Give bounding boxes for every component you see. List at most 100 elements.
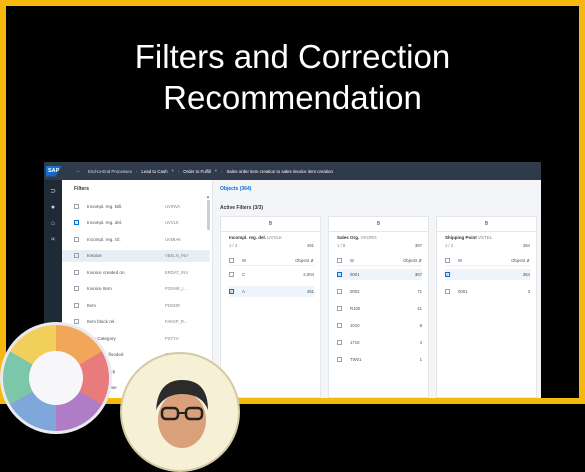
- card-header[interactable]: B: [437, 217, 536, 232]
- value-label: R100: [350, 306, 361, 311]
- value-row[interactable]: ✓ 364: [445, 269, 530, 280]
- card-title-tech: VKORG: [360, 235, 377, 240]
- card-selection-count: 1 / 8: [337, 243, 346, 248]
- value-row[interactable]: 0001 3: [445, 286, 530, 297]
- back-arrow-icon[interactable]: ←: [76, 168, 82, 174]
- filter-checkbox[interactable]: [74, 236, 79, 242]
- filter-item-tech-name: UVMIAK: [165, 236, 182, 242]
- select-all-checkbox[interactable]: [445, 257, 450, 263]
- value-count: 8: [419, 323, 422, 328]
- column-value-header: W: [458, 257, 462, 263]
- filter-checkbox[interactable]: [74, 269, 79, 275]
- filter-checkbox[interactable]: [74, 203, 79, 209]
- card-object-count: 367: [415, 243, 422, 248]
- filter-item-tech-name: UVINVA: [165, 203, 181, 209]
- flow-icon[interactable]: ⊃: [49, 188, 57, 196]
- network-icon[interactable]: ∝: [49, 236, 57, 244]
- value-count: 71: [417, 289, 422, 294]
- slide-title-line-1: Filters and Correction: [134, 38, 451, 75]
- slide-title-line-2: Recommendation: [163, 79, 422, 116]
- filter-checkbox[interactable]: ✓: [74, 220, 79, 225]
- filter-list-item[interactable]: ✓ Incompl. reg. del. UVVLK: [62, 217, 210, 229]
- scroll-up-icon[interactable]: ▲: [206, 194, 210, 199]
- value-count: 4: [419, 340, 422, 345]
- avatar-face-icon: [156, 380, 208, 448]
- value-checkbox[interactable]: [337, 340, 342, 345]
- value-label: 1710: [350, 340, 360, 345]
- card-header[interactable]: B: [329, 217, 428, 232]
- value-checkbox[interactable]: [337, 306, 342, 311]
- value-row[interactable]: 1010 8: [337, 320, 422, 331]
- column-objects-header[interactable]: Objects ⇵: [295, 258, 314, 263]
- value-count: 364: [522, 272, 530, 277]
- card-header[interactable]: B: [221, 217, 320, 232]
- card-object-count: 491: [307, 243, 314, 248]
- value-checkbox[interactable]: [445, 289, 450, 294]
- filter-checkbox[interactable]: [74, 302, 79, 308]
- drop-icon[interactable]: ●: [49, 204, 57, 212]
- filter-item-tech-name: PSTYV: [165, 335, 179, 341]
- breadcrumb-item-order-to-fulfill[interactable]: Order to Fulfill: [183, 169, 211, 174]
- column-objects-header[interactable]: Objects ⇵: [511, 258, 530, 263]
- objects-count-link[interactable]: Objects (364): [220, 186, 251, 192]
- filter-list-item[interactable]: Incompl. reg. Gl. UVMIAK: [62, 233, 210, 245]
- process-wheel-center: [29, 351, 83, 405]
- filter-item-tech-name: ERDAT_INV: [165, 269, 189, 275]
- filter-list-item[interactable]: Item block rel. FAKSP_R...: [62, 316, 210, 328]
- value-checkbox[interactable]: ✓: [229, 289, 234, 294]
- sap-logo[interactable]: SAP: [46, 165, 62, 177]
- value-count: 2,004: [303, 272, 314, 277]
- filter-item-label: Incompl. reg. Gl.: [87, 236, 121, 242]
- card-title: Incompl. reg. del. UVVLK: [229, 235, 282, 240]
- filter-list-item[interactable]: Incompl. reg. Bill. UVINVA: [62, 200, 210, 212]
- filter-list-item[interactable]: Invoice created on ERDAT_INV: [62, 266, 210, 278]
- value-row[interactable]: 0002 71: [337, 286, 422, 297]
- value-count: 3: [527, 289, 530, 294]
- value-row[interactable]: ✓ 0001 367: [337, 269, 422, 280]
- shell-bar: SAP ← End-to-End Processes › Lead to Cas…: [44, 162, 541, 180]
- card-column-header: W Objects ⇵: [337, 255, 422, 266]
- value-label: 0002: [350, 289, 360, 294]
- filter-checkbox[interactable]: [74, 253, 79, 258]
- filter-card: B Shipping Point VSTEL 1 / 2 364 W Objects ⇵ ✓…: [436, 216, 537, 398]
- filter-checkbox[interactable]: [74, 286, 79, 291]
- breadcrumb-item-lead-to-cash[interactable]: Lead to Cash: [141, 169, 167, 174]
- select-all-checkbox[interactable]: [229, 257, 234, 263]
- chevron-down-icon[interactable]: ▾: [172, 168, 174, 174]
- filter-item-label: Invoice: [87, 253, 102, 258]
- breadcrumb-item-current[interactable]: Sales order item creation to sales invoi…: [226, 169, 332, 174]
- breadcrumb-separator-icon: ›: [177, 168, 180, 174]
- home-icon[interactable]: ⌂: [49, 220, 57, 228]
- value-checkbox[interactable]: [337, 323, 342, 328]
- value-row[interactable]: R100 41: [337, 303, 422, 314]
- value-row[interactable]: 1710 4: [337, 337, 422, 348]
- breadcrumb-separator-icon: ›: [221, 168, 223, 174]
- value-checkbox[interactable]: [337, 289, 342, 294]
- value-checkbox[interactable]: [337, 357, 342, 362]
- filter-list-item[interactable]: Invoice VBELN_INV: [62, 249, 210, 262]
- value-row[interactable]: TW01 1: [337, 354, 422, 365]
- filter-list-item[interactable]: Invoice Item POSNR_I...: [62, 283, 210, 295]
- filter-item-label: Incompl. reg. del.: [87, 220, 123, 225]
- select-all-checkbox[interactable]: [337, 257, 342, 263]
- avatar: [120, 352, 240, 472]
- chevron-down-icon[interactable]: ▾: [215, 168, 217, 174]
- filter-item-tech-name: FAKSP_R...: [165, 319, 188, 324]
- card-title: Shipping Point VSTEL: [445, 235, 492, 240]
- value-row[interactable]: ✓ A 491: [229, 286, 314, 297]
- card-selection-count: 1 / 3: [229, 243, 238, 248]
- value-checkbox[interactable]: ✓: [445, 272, 450, 277]
- value-row[interactable]: C 2,004: [229, 269, 314, 280]
- filter-list-item[interactable]: Item POSNR: [62, 299, 210, 311]
- breadcrumb-separator-icon: ›: [135, 168, 138, 174]
- filter-checkbox[interactable]: [74, 319, 79, 324]
- filter-item-label: Item: [87, 302, 96, 308]
- card-column-header: W Objects ⇵: [445, 255, 530, 266]
- column-objects-header[interactable]: Objects ⇵: [403, 258, 422, 263]
- value-checkbox[interactable]: ✓: [337, 272, 342, 277]
- value-checkbox[interactable]: [229, 272, 234, 277]
- card-title-tech: VSTEL: [478, 235, 493, 240]
- breadcrumb-item-end-to-end[interactable]: End-to-End Processes: [88, 169, 132, 174]
- value-label: TW01: [350, 357, 362, 362]
- value-label: 0001: [458, 289, 468, 294]
